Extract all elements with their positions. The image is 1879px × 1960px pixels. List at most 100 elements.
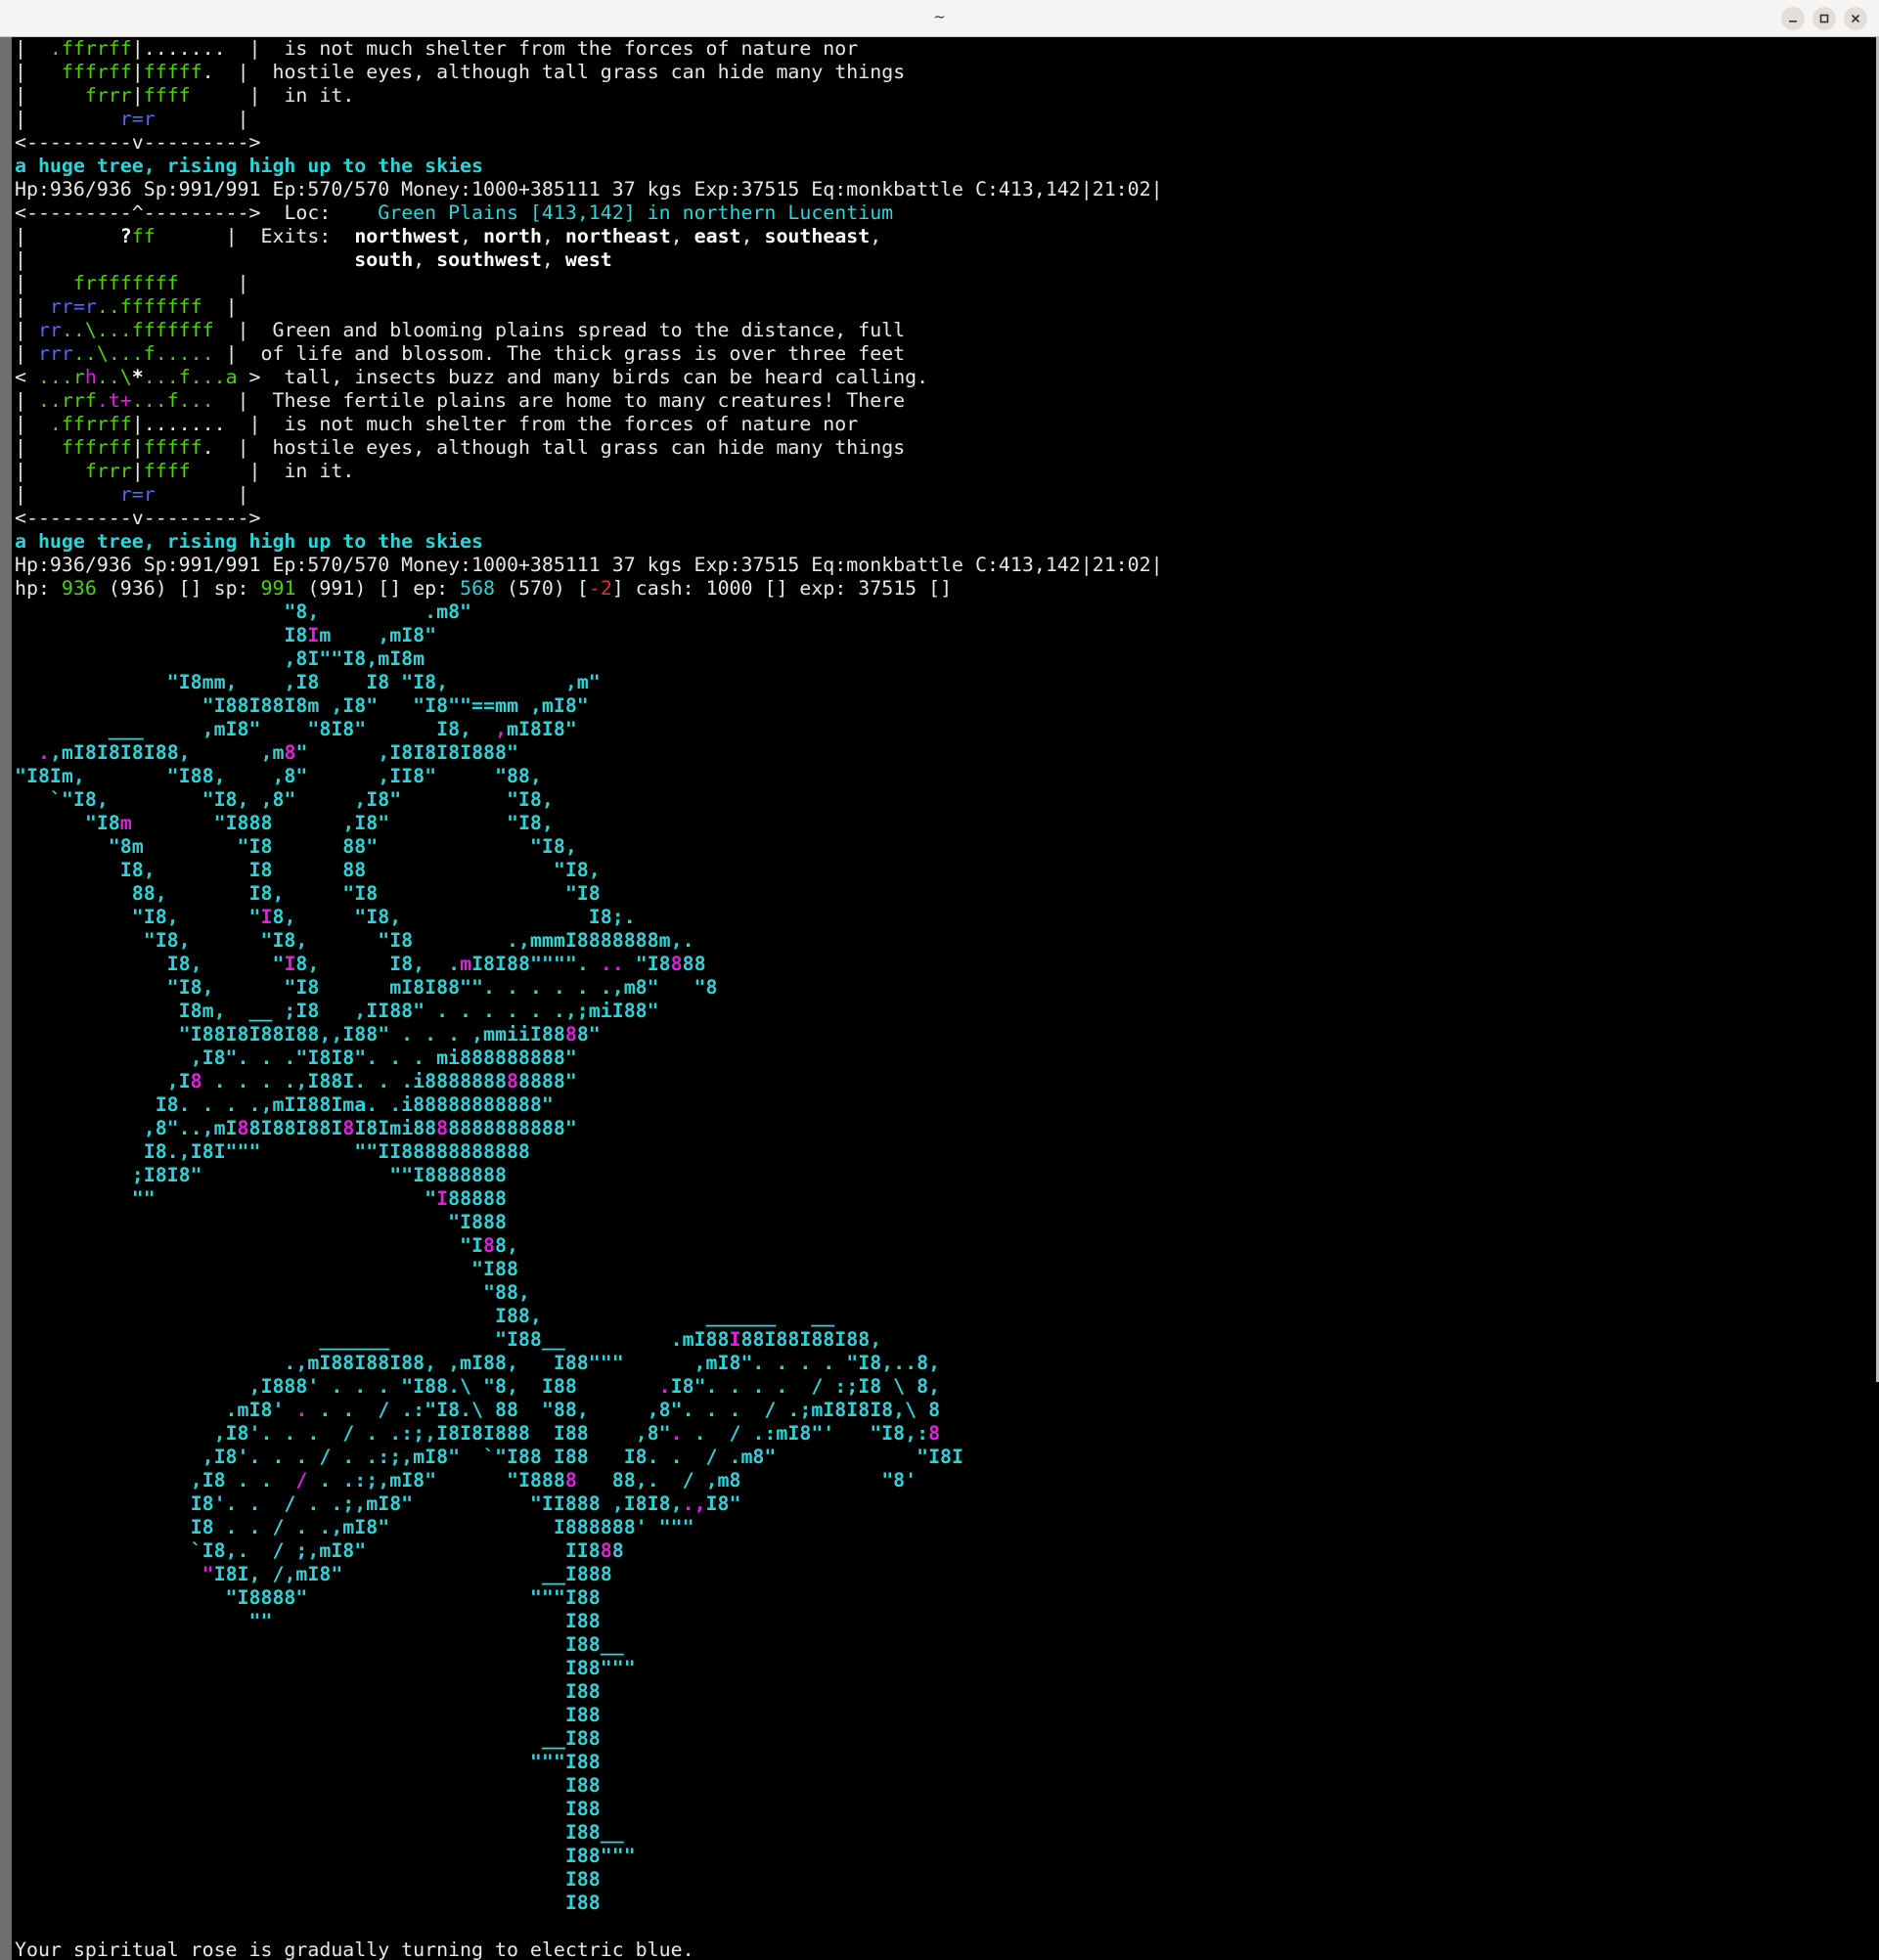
terminal-text: I8.,I8I""" ""II88888888888 (15, 1140, 530, 1163)
terminal-line: I88 (15, 1868, 1868, 1892)
terminal-text: "8, .m8" (15, 601, 472, 623)
terminal-text: I (436, 1187, 449, 1210)
terminal-line: | south, southwest, west (15, 248, 1868, 272)
terminal-text: ,I8'. . . / . .:;,mI8" `"I88 I88 I8. . /… (15, 1446, 963, 1468)
terminal-text: <---------v---------> (15, 507, 261, 529)
terminal-line: "I8888" """I88 (15, 1586, 1868, 1610)
terminal-text: I8. . . .,mII88Ima. .i88888888888" (15, 1093, 554, 1116)
terminal-text: I8 . . / . .,mI8" I888888' """ (15, 1516, 694, 1538)
close-button[interactable] (1844, 7, 1867, 30)
terminal-text: I88__ (15, 1821, 624, 1844)
terminal-text: <---------^---------> (15, 201, 273, 224)
terminal-line: .mI8' . . . / .:"I8.\ 88 "88, ,8". . . /… (15, 1399, 1868, 1422)
terminal-line: I8, "I8, I8, .mI8I88"""". .. "I8888 (15, 953, 1868, 976)
terminal-text: frfffffff (37, 272, 179, 294)
terminal-text: . (658, 1375, 671, 1398)
terminal-text: (570) [ (495, 577, 589, 600)
terminal-text: 88 (682, 953, 706, 975)
terminal-text: | (213, 389, 261, 412)
terminal-line: "I8, "I8, "I8 .,mmmI8888888m,. (15, 929, 1868, 953)
terminal-text: "I8 (623, 953, 671, 975)
terminal-line: "I8mm, ,I8 I8 "I8, ,m" (15, 671, 1868, 694)
terminal-line: ,8I""I8,mI8m (15, 647, 1868, 671)
terminal-text: | (15, 225, 38, 247)
terminal-text: .t+ (96, 389, 132, 412)
terminal-line: .,mI88I88I88, ,mI88, I88""" ,mI8". . . .… (15, 1352, 1868, 1375)
terminal-text: .mI8' (15, 1399, 296, 1421)
terminal-text: I88 (15, 1704, 601, 1726)
terminal-text: r=r (37, 483, 156, 506)
terminal-text: | (190, 460, 273, 482)
terminal-text: m ,mI8" (319, 624, 437, 646)
terminal-text: "" " (15, 1187, 437, 1210)
terminal-line: I8'. . / . .;,mI8" "II888 ,I8I8,.,I8" (15, 1492, 1868, 1516)
terminal-line: | fffrff|fffff. | hostile eyes, although… (15, 436, 1868, 460)
terminal-text: 8 (237, 1117, 249, 1139)
terminal-line: I88__ (15, 1821, 1868, 1845)
terminal-text: in it. (272, 460, 355, 482)
terminal-text: I88__ (15, 1633, 624, 1656)
terminal-text: 8888888888" (448, 1117, 577, 1139)
terminal-text: I88""" (15, 1657, 636, 1679)
terminal-line: I88, ______ __ (15, 1305, 1868, 1328)
terminal-line: "I8m "I888 ,I8" "I8, (15, 812, 1868, 835)
terminal-text: 936 (61, 577, 97, 600)
terminal-line: `"I8, "I8, ,8" ,I8" "I8, (15, 788, 1868, 812)
terminal-text: hostile eyes, although tall grass can hi… (260, 61, 906, 83)
terminal-text: frrr (37, 84, 132, 107)
terminal-line: I8m, __ ;I8 ,II88" . . . . . .,;miI88" (15, 1000, 1868, 1023)
terminal-text: | (190, 84, 273, 107)
terminal-text: | (131, 460, 144, 482)
terminal-text: fffrff (37, 436, 132, 459)
terminal-text: , (870, 225, 882, 247)
terminal-line: "I8, "I8, "I8, I8;. (15, 906, 1868, 929)
terminal-text: "88, (15, 1281, 530, 1304)
terminal-text: . . / .:"I8.\ 88 "88, ,8". . . / .;mI8I8… (307, 1399, 941, 1421)
terminal-text: | (213, 319, 261, 341)
terminal-text: | (15, 248, 50, 271)
terminal-output[interactable]: | .ffrrff|....... | is not much shelter … (15, 37, 1868, 1960)
terminal-text: south (354, 248, 414, 271)
terminal-text: 8I88I88I (248, 1117, 343, 1139)
terminal-text: west (564, 248, 612, 271)
terminal-text: "I888 (15, 1211, 507, 1233)
terminal-text: , (670, 225, 694, 247)
maximize-button[interactable] (1812, 7, 1836, 30)
terminal-text: (991) [] ep: (295, 577, 461, 600)
terminal-text: .,mI88I88I88, ,mI88, I88""" ,mI8". . . .… (15, 1352, 941, 1374)
terminal-text: `I8,. / ;,mI8" II8 (15, 1539, 601, 1562)
terminal-text: (936) [] sp: (96, 577, 261, 600)
terminal-text: | (201, 295, 238, 318)
terminal-text: | (131, 84, 144, 107)
terminal-scrollbar[interactable] (0, 37, 12, 1960)
terminal-text: "I88I88I8m ,I8" "I8""==mm ,mI8" (15, 694, 589, 717)
terminal-line: ,I8 . . / . .:;,mI8" "I8888 88,. / ,m8 "… (15, 1469, 1868, 1492)
terminal-text: |....... | (131, 37, 273, 60)
terminal-line: .,mI8I8I8I88, ,m8" ,I8I8I8I888" (15, 741, 1868, 765)
terminal-text: Green Plains [413,142] in northern Lucen… (378, 201, 894, 224)
terminal-line: "" "I88888 (15, 1187, 1868, 1211)
terminal-line: | r=r | (15, 108, 1868, 131)
terminal-text: 8 (928, 1422, 941, 1445)
terminal-text: | (178, 272, 249, 294)
terminal-text: < (15, 366, 38, 388)
terminal-text: I8". . . . / :;I8 \ 8, (670, 1375, 941, 1398)
terminal-line: <---------v---------> (15, 131, 1868, 155)
terminal-text: I8I, /,mI8" __I888 (213, 1563, 612, 1585)
minimize-icon (1789, 21, 1797, 22)
terminal-text: 8 (284, 741, 296, 764)
terminal-text: I (307, 624, 320, 646)
terminal-text: I88, ______ __ (15, 1305, 835, 1327)
terminal-line: "I8I, /,mI8" __I888 (15, 1563, 1868, 1586)
terminal-text: 8" (576, 1023, 601, 1046)
terminal-text: . (670, 1422, 683, 1445)
minimize-button[interactable] (1781, 7, 1805, 30)
terminal-line: ,I8 . . . .,I88I. . .i888888888888" (15, 1070, 1868, 1093)
terminal-line: I88 (15, 1892, 1868, 1915)
terminal-text: | (15, 436, 38, 459)
terminal-text: frrr (37, 460, 132, 482)
terminal-line: | .ffrrff|....... | is not much shelter … (15, 413, 1868, 436)
terminal-line: < ...rh..\*...f...a > tall, insects buzz… (15, 366, 1868, 389)
terminal-line: I8Im ,mI8" (15, 624, 1868, 647)
